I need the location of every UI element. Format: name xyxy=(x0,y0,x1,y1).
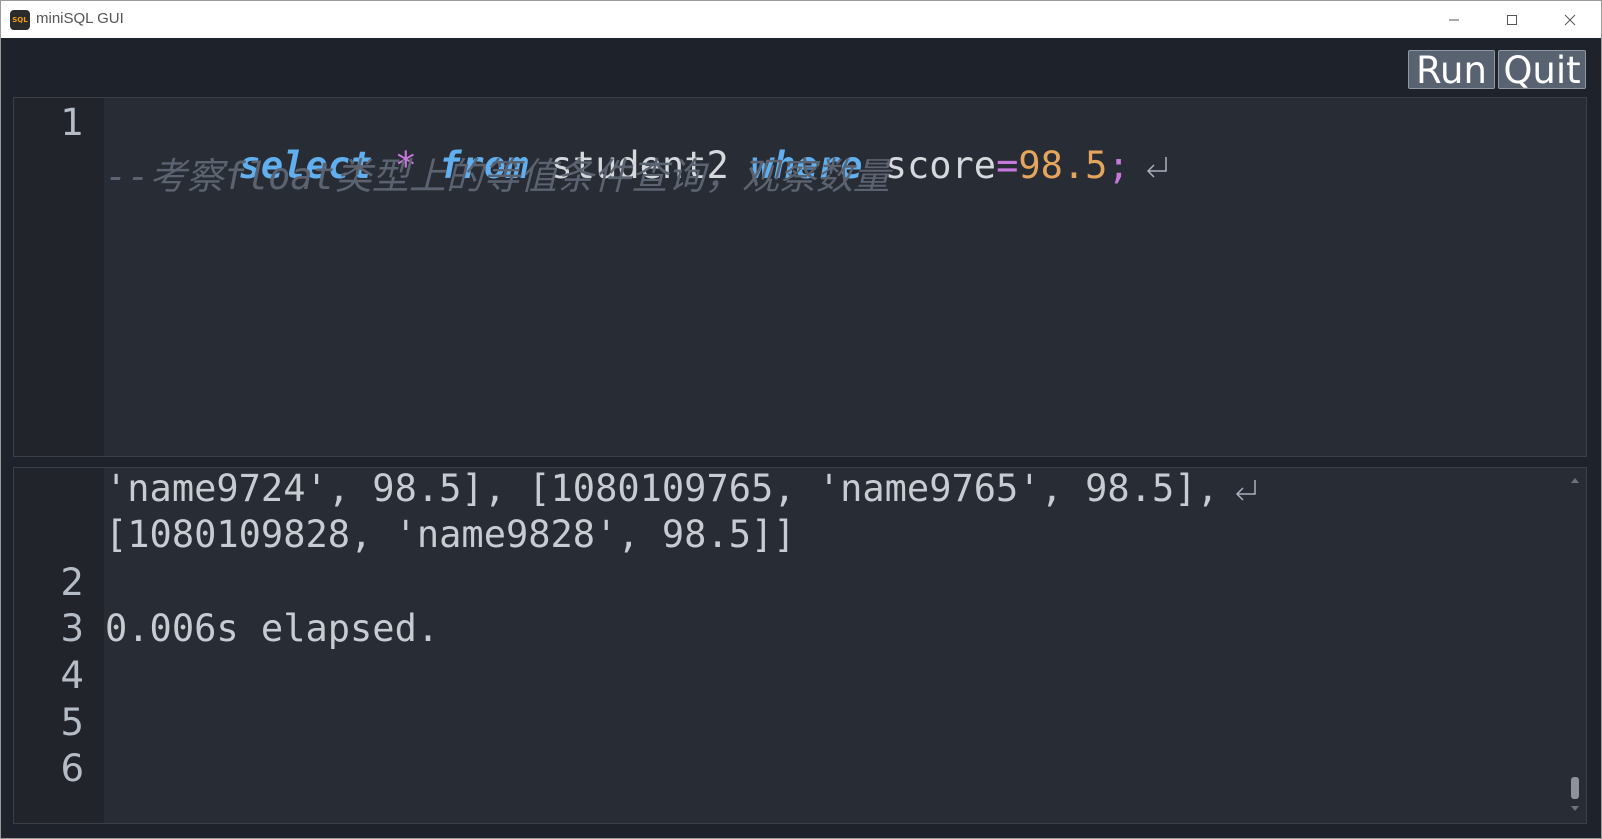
sql-editor[interactable]: 1 select * from student2 where score=98.… xyxy=(13,97,1587,457)
maximize-icon xyxy=(1507,14,1517,25)
output-gutter: 2 3 4 5 6 xyxy=(14,468,104,823)
scrollbar-thumb[interactable] xyxy=(1571,777,1579,799)
line-wrap-icon xyxy=(1144,146,1170,189)
window-title: miniSQL GUI xyxy=(36,10,124,27)
output-line: 'name9724', 98.5], [1080109765, 'name976… xyxy=(105,467,1259,512)
sql-app-icon: SQL xyxy=(10,10,30,30)
output-elapsed-line: 0.006s elapsed. xyxy=(105,607,440,650)
output-line-text: 'name9724', 98.5], [1080109765, 'name976… xyxy=(105,467,1219,510)
output-scrollbar[interactable] xyxy=(1570,478,1580,811)
line-wrap-icon xyxy=(1233,469,1259,512)
sql-operator: = xyxy=(996,144,1019,187)
close-button[interactable] xyxy=(1541,1,1599,38)
editor-comment-line[interactable]: --考察float类型上的等值条件查询，观察数量 xyxy=(105,146,890,200)
title-bar: SQL miniSQL GUI xyxy=(1,1,1601,38)
run-button[interactable]: Run xyxy=(1408,50,1495,89)
output-line-number: 2 xyxy=(60,561,84,604)
scroll-down-arrow-icon[interactable] xyxy=(1571,806,1579,811)
editor-gutter: 1 xyxy=(14,98,104,456)
sql-punctuation: ; xyxy=(1107,144,1130,187)
output-line: [1080109828, 'name9828', 98.5]] xyxy=(105,513,796,556)
sql-number: 98.5 xyxy=(1018,144,1108,187)
minimize-icon xyxy=(1449,19,1459,20)
output-line-number: 4 xyxy=(60,654,84,697)
output-console[interactable]: 2 3 4 5 6 'name9724', 98.5], [1080109765… xyxy=(13,467,1587,824)
toolbar: Run Quit xyxy=(1,38,1601,94)
output-line-number: 6 xyxy=(60,747,84,790)
close-icon xyxy=(1564,14,1576,25)
maximize-button[interactable] xyxy=(1483,1,1541,38)
app-window: SQL miniSQL GUI Run Quit 1 select * from… xyxy=(0,0,1602,839)
editor-line-number: 1 xyxy=(60,101,84,144)
output-line-number: 3 xyxy=(60,607,84,650)
output-line-number: 5 xyxy=(60,701,84,744)
minimize-button[interactable] xyxy=(1425,1,1483,38)
scroll-up-arrow-icon[interactable] xyxy=(1571,478,1579,483)
quit-button[interactable]: Quit xyxy=(1498,50,1586,89)
